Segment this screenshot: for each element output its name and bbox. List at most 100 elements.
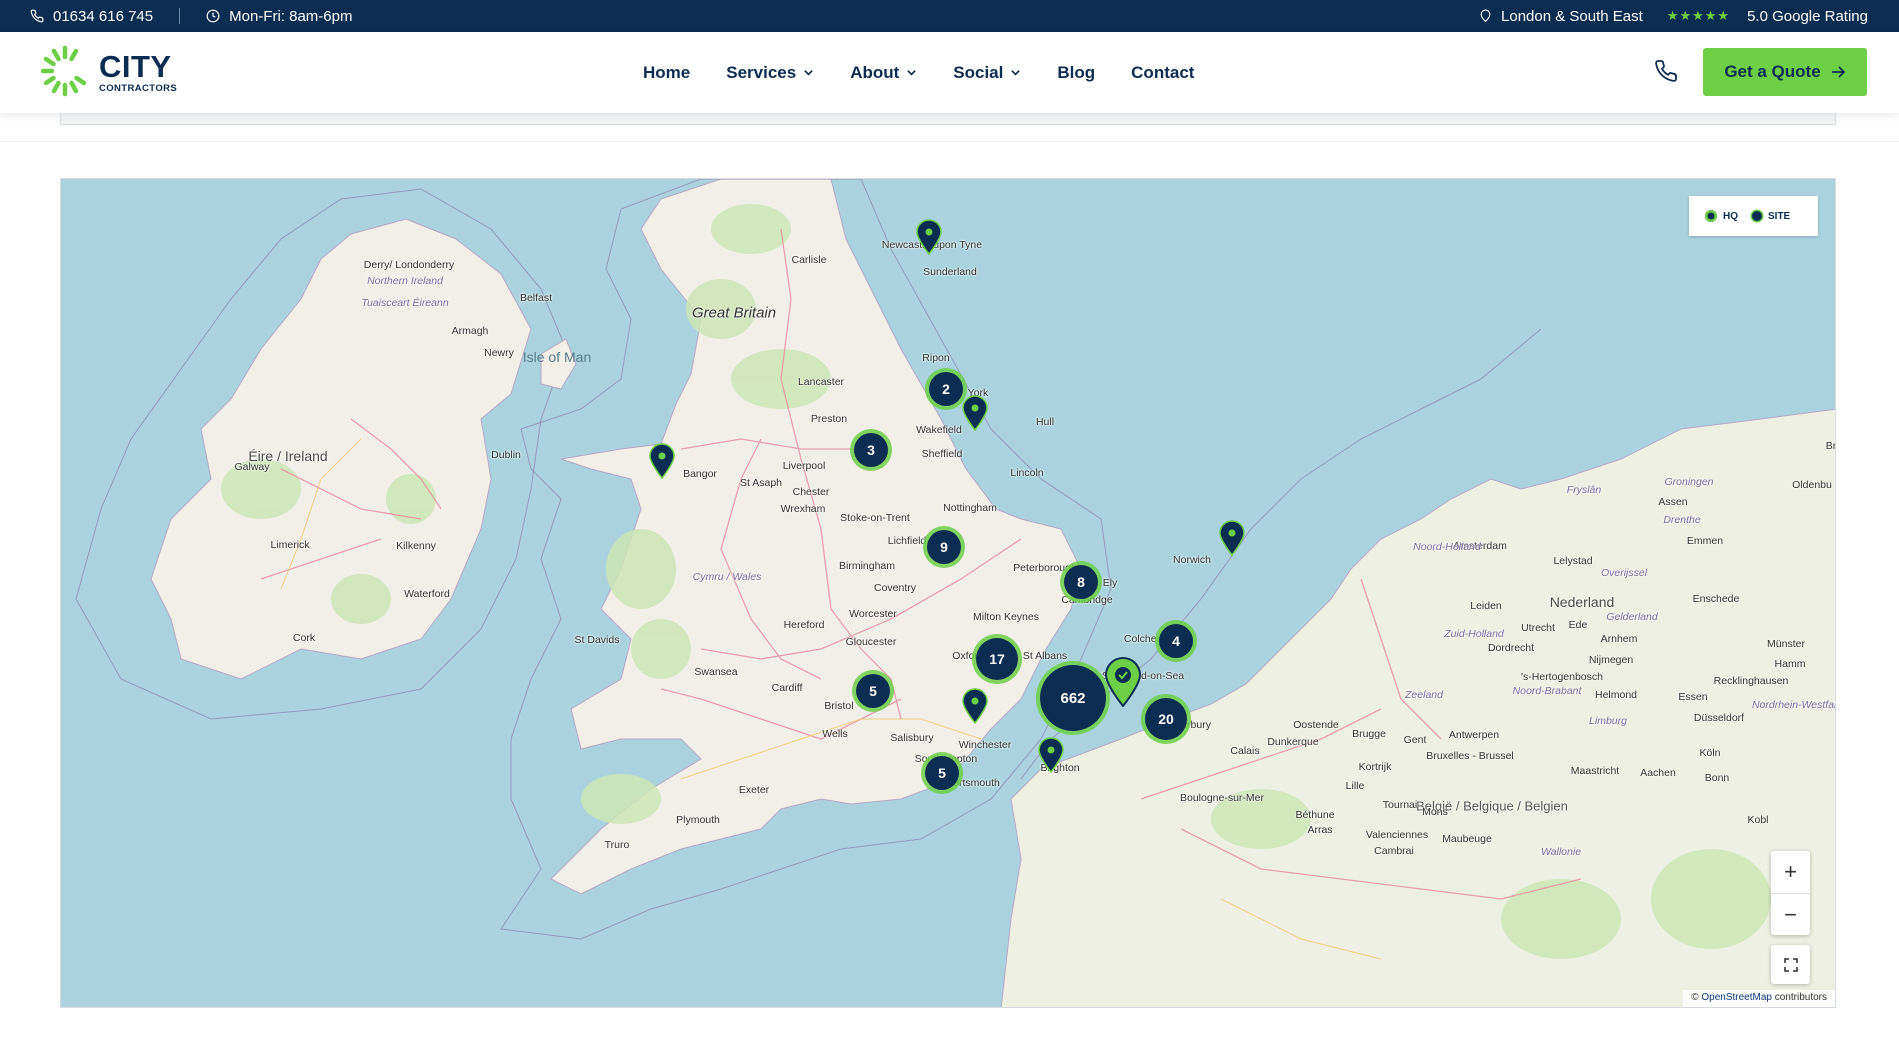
cluster-marker[interactable]: 662 (1040, 665, 1106, 731)
label-armagh: Armagh (451, 325, 489, 337)
site-pin-wakefield[interactable] (961, 395, 989, 431)
cluster-marker[interactable]: 3 (854, 433, 888, 467)
cluster-marker[interactable]: 8 (1064, 565, 1098, 599)
cluster-marker[interactable]: 20 (1145, 698, 1187, 740)
label-helmond: Helmond (1594, 689, 1638, 701)
label-bristol: Bristol (824, 700, 854, 712)
site-pin-salisbury[interactable] (961, 688, 989, 724)
cluster-marker[interactable]: 5 (925, 756, 959, 790)
label-ely: Ely (1102, 577, 1118, 589)
cluster-marker[interactable]: 4 (1159, 624, 1193, 658)
cluster-marker[interactable]: 2 (929, 372, 963, 406)
get-quote-button[interactable]: Get a Quote (1703, 48, 1867, 96)
label-cardiff: Cardiff (771, 682, 803, 694)
label-northern-ireland: Northern Ireland (367, 275, 443, 287)
label-kilkenny: Kilkenny (396, 540, 436, 552)
label-overijssel: Overijssel (1600, 567, 1648, 579)
label-bonn: Bonn (1704, 772, 1730, 784)
label-br: Br (1825, 440, 1836, 452)
label-dublin: Dublin (491, 449, 521, 461)
zoom-out-button[interactable]: − (1771, 893, 1810, 935)
legend-hq-label: HQ (1723, 210, 1738, 222)
label-noord-brabant: Noord-Brabant (1512, 685, 1582, 697)
label-lichfield: Lichfield (887, 535, 927, 547)
label-st-albans: St Albans (1022, 650, 1068, 662)
section-divider (0, 141, 1899, 142)
label-dordrecht: Dordrecht (1487, 642, 1535, 654)
attribution-suffix: contributors (1774, 992, 1827, 1003)
label-brugge: Brugge (1352, 728, 1386, 740)
label-boulogne: Boulogne-sur-Mer (1179, 792, 1265, 804)
label-maastricht: Maastricht (1570, 765, 1620, 777)
site-header: CITY CONTRACTORS Home Services About Soc… (0, 32, 1899, 113)
arrow-right-icon (1831, 66, 1845, 78)
nav-blog[interactable]: Blog (1057, 63, 1095, 83)
label-cambrai: Cambrai (1374, 845, 1414, 857)
label-wrexham: Wrexham (780, 503, 826, 515)
nav-social-label: Social (953, 62, 1004, 82)
top-bar: 01634 616 745 Mon-Fri: 8am-6pm London & … (0, 0, 1899, 32)
label-enschede: Enschede (1692, 593, 1740, 605)
logo-subtitle: CONTRACTORS (99, 82, 178, 94)
label-gent: Gent (1403, 734, 1427, 746)
phone-number: 01634 616 745 (53, 7, 154, 25)
hq-pin[interactable] (1103, 657, 1143, 707)
top-phone[interactable]: 01634 616 745 (30, 8, 153, 25)
projects-map[interactable]: Great Britain Isle of Man Éire / Ireland… (60, 178, 1836, 1008)
label-oldenburg: Oldenbu (1792, 479, 1832, 491)
zoom-control: + − (1771, 851, 1810, 935)
label-koblenz: Kobl (1747, 814, 1769, 826)
top-rating[interactable]: ★★★★★ 5.0 Google Rating (1667, 8, 1868, 25)
cluster-marker[interactable]: 5 (856, 674, 890, 708)
call-button[interactable] (1654, 59, 1680, 85)
cluster-marker[interactable]: 9 (927, 530, 961, 564)
label-lincoln: Lincoln (1010, 467, 1044, 479)
label-noord-holland: Noord-Holland (1413, 541, 1481, 553)
label-gloucester: Gloucester (845, 636, 897, 648)
map-attribution: © OpenStreetMap contributors (1683, 990, 1835, 1007)
logo-sunburst-icon (40, 45, 87, 97)
label-groningen: Groningen (1664, 476, 1714, 488)
nav-about[interactable]: About (850, 63, 917, 83)
label-utrecht: Utrecht (1521, 622, 1555, 634)
label-great-britain: Great Britain (691, 304, 777, 322)
cluster-marker[interactable]: 17 (976, 638, 1018, 680)
logo[interactable]: CITY CONTRACTORS (40, 44, 177, 100)
nav-social[interactable]: Social (953, 63, 1021, 83)
label-wakefield: Wakefield (916, 424, 962, 436)
phone-icon (1655, 60, 1677, 82)
phone-icon (30, 9, 44, 23)
top-area: London & South East (1479, 8, 1643, 25)
label-antwerpen: Antwerpen (1448, 729, 1500, 741)
label-drenthe: Drenthe (1663, 514, 1701, 526)
site-pin-bangor[interactable] (648, 443, 676, 479)
fullscreen-button[interactable] (1771, 945, 1810, 984)
star-icon: ★★★★★ (1666, 8, 1731, 23)
label-belfast: Belfast (519, 292, 553, 304)
nav-home-label: Home (643, 62, 691, 82)
divider (179, 8, 181, 24)
site-legend-icon (1752, 211, 1762, 221)
site-pin-newcastle[interactable] (915, 219, 943, 255)
nav-home[interactable]: Home (643, 63, 690, 83)
label-chester: Chester (792, 486, 830, 498)
site-pin-brighton[interactable] (1037, 737, 1065, 773)
label-st-asaph: St Asaph (739, 477, 783, 489)
map-legend: HQ SITE (1689, 196, 1818, 236)
nav-about-label: About (850, 62, 900, 82)
label-oostende: Oostende (1293, 719, 1339, 731)
attribution-copyright: © (1691, 992, 1699, 1003)
label-arras: Arras (1307, 824, 1333, 836)
zoom-in-button[interactable]: + (1771, 851, 1810, 893)
osm-link[interactable]: OpenStreetMap (1701, 992, 1772, 1003)
label-zuid-holland: Zuid-Holland (1444, 628, 1504, 640)
site-pin-norwich[interactable] (1218, 520, 1246, 556)
nav-contact[interactable]: Contact (1131, 63, 1194, 83)
label-mons: Mons (1422, 806, 1448, 818)
label-bruxelles: Bruxelles - Brussel (1426, 750, 1514, 762)
label-aachen: Aachen (1640, 767, 1676, 779)
label-lelystad: Lelystad (1553, 555, 1593, 567)
nav-services[interactable]: Services (726, 63, 814, 83)
label-cork: Cork (292, 632, 316, 644)
service-area: London & South East (1501, 7, 1643, 25)
